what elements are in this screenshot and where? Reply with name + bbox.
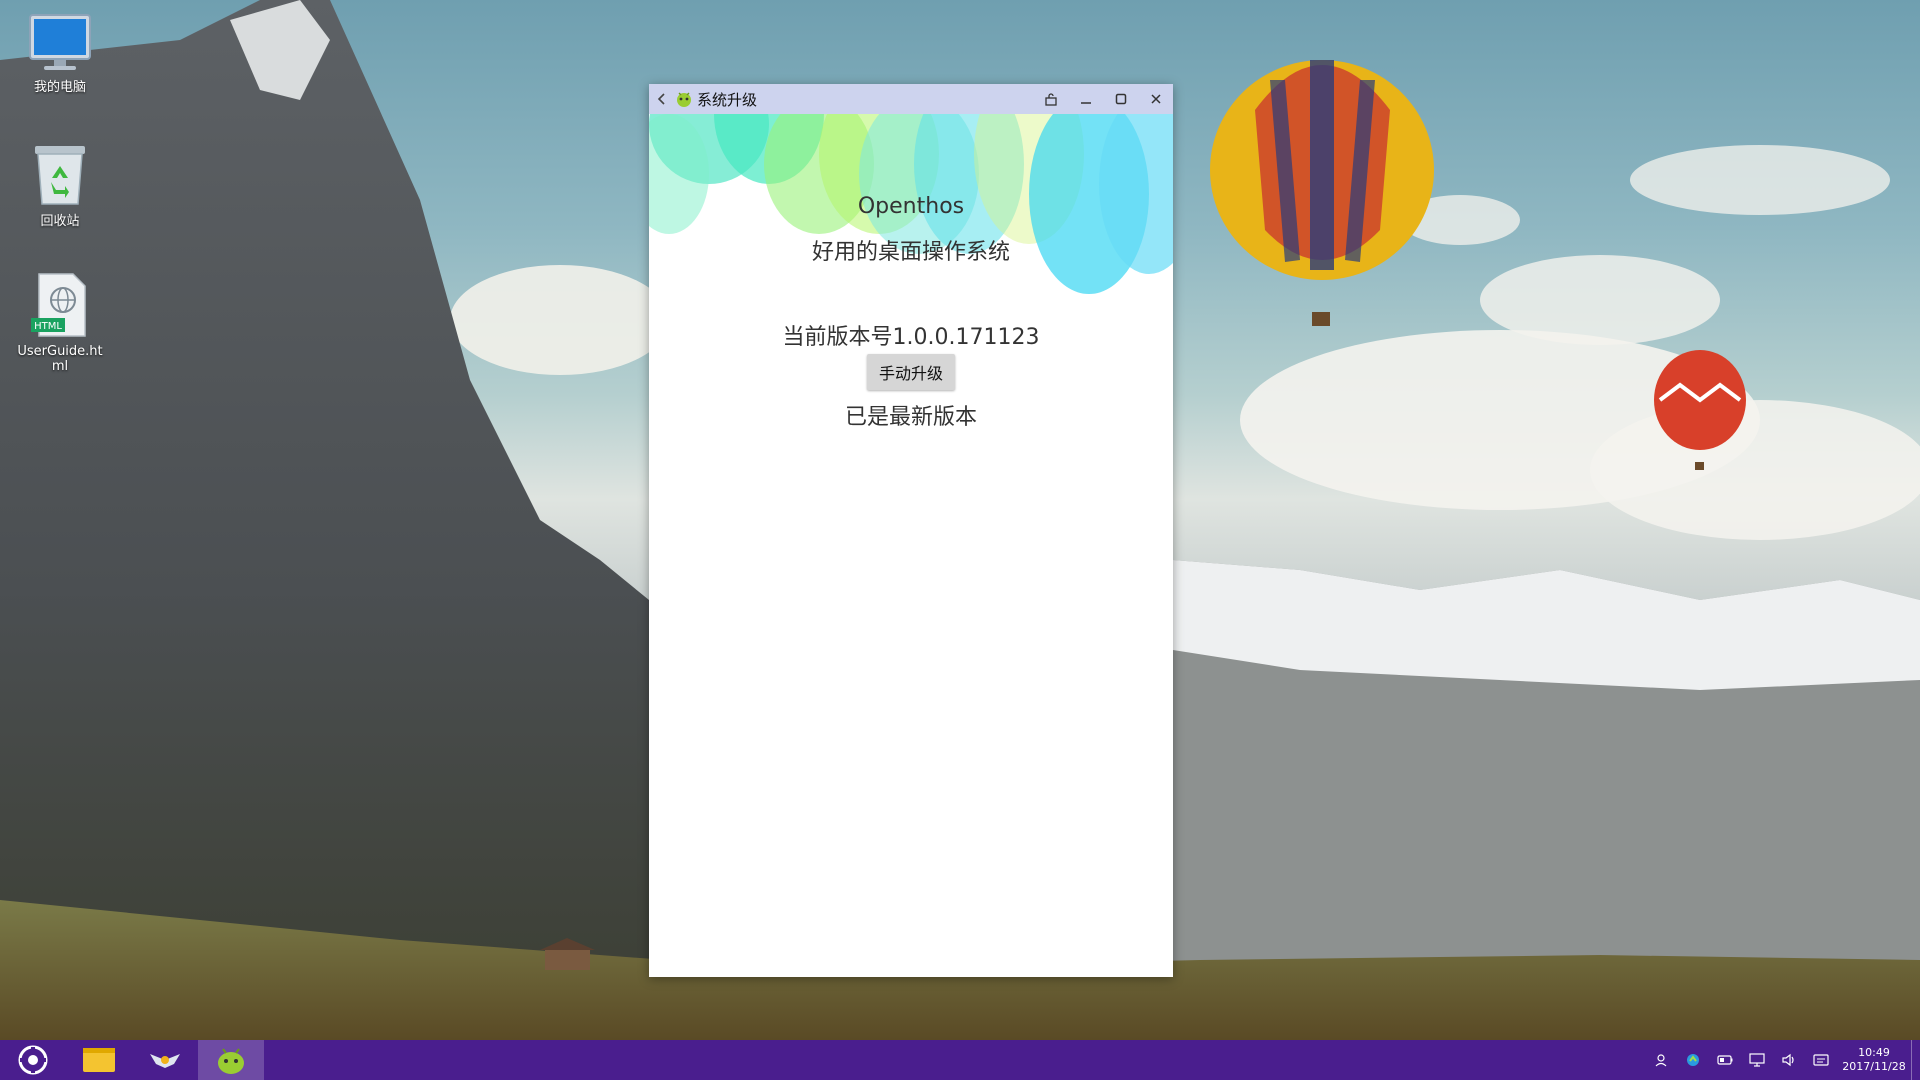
back-icon[interactable] (649, 84, 675, 114)
clock-date: 2017/11/28 (1842, 1060, 1906, 1073)
close-button[interactable] (1138, 84, 1173, 114)
close-icon (1150, 94, 1161, 104)
file-manager-icon (83, 1048, 115, 1072)
desktop-icon-my-computer[interactable]: 我的电脑 (10, 12, 110, 95)
system-tray: 10:49 2017/11/28 (1645, 1040, 1920, 1080)
rotate-lock-button[interactable] (1033, 84, 1068, 114)
html-badge-text: HTML (34, 321, 62, 332)
rotate-lock-icon (1044, 93, 1057, 106)
start-button[interactable] (0, 1040, 66, 1080)
desktop-icon-label: 我的电脑 (33, 80, 86, 95)
maximize-button[interactable] (1103, 84, 1138, 114)
openthos-logo-icon (18, 1045, 48, 1075)
desktop: 我的电脑 回收站 HTML UserGuide.html 系统升级 Openth… (0, 0, 1920, 1040)
current-version: 当前版本号1.0.0.171123 (782, 325, 1040, 350)
battery-icon[interactable] (1709, 1040, 1741, 1080)
window-title: 系统升级 (697, 90, 758, 109)
minimize-button[interactable] (1068, 84, 1103, 114)
desktop-icon-userguide[interactable]: HTML UserGuide.html (10, 272, 110, 374)
app-slogan: 好用的桌面操作系统 (811, 240, 1010, 265)
window-titlebar[interactable]: 系统升级 (649, 84, 1173, 114)
display-icon[interactable] (1741, 1040, 1773, 1080)
system-upgrade-android-icon (218, 1048, 244, 1074)
recycle-bin-icon (35, 146, 85, 205)
taskbar-file-manager[interactable] (66, 1040, 132, 1080)
taskbar-browser[interactable] (132, 1040, 198, 1080)
taskbar: 10:49 2017/11/28 (0, 1040, 1920, 1080)
desktop-icon-label: UserGuide.html (17, 344, 103, 374)
browser-bird-icon (150, 1054, 180, 1068)
maximize-icon (1115, 93, 1126, 105)
network-icon[interactable] (1677, 1040, 1709, 1080)
desktop-icon-recycle-bin[interactable]: 回收站 (10, 142, 110, 229)
clock-time: 10:49 (1858, 1046, 1890, 1059)
html-file-icon: HTML (31, 273, 86, 337)
android-app-icon (677, 92, 691, 107)
system-upgrade-window: 系统升级 Openthos 好用的桌面操作系统 当前版本号1.0.0.17112… (649, 84, 1173, 977)
desktop-icon-label: 回收站 (40, 214, 80, 229)
update-status: 已是最新版本 (844, 405, 977, 430)
volume-icon[interactable] (1773, 1040, 1805, 1080)
taskbar-system-upgrade[interactable] (198, 1040, 264, 1080)
notification-icon[interactable] (1805, 1040, 1837, 1080)
clock[interactable]: 10:49 2017/11/28 (1837, 1046, 1911, 1074)
user-icon[interactable] (1645, 1040, 1677, 1080)
window-content: Openthos 好用的桌面操作系统 当前版本号1.0.0.171123 手动升… (649, 114, 1173, 977)
minimize-icon (1080, 102, 1091, 104)
app-name: Openthos (857, 194, 965, 219)
computer-monitor-icon (29, 14, 91, 70)
show-desktop-button[interactable] (1911, 1040, 1920, 1080)
manual-upgrade-button[interactable]: 手动升级 (867, 354, 955, 390)
